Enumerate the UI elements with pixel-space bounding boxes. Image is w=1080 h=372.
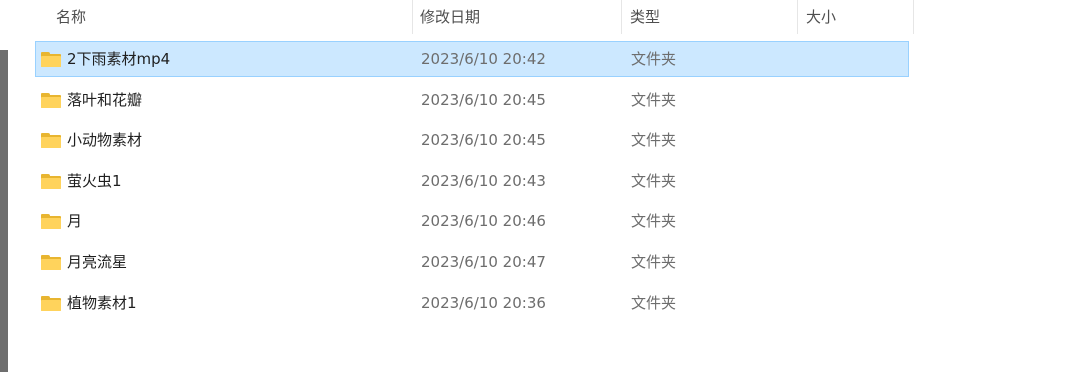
file-name: 月 — [67, 212, 83, 230]
file-row[interactable]: 落叶和花瓣 2023/6/10 20:45 文件夹 — [35, 82, 909, 118]
folder-icon — [41, 133, 61, 148]
folder-icon — [41, 52, 61, 67]
file-name: 2下雨素材mp4 — [67, 50, 171, 68]
scrollbar-thumb[interactable] — [0, 50, 8, 372]
column-header-bar: ^ 名称 修改日期 类型 大小 — [0, 0, 1080, 34]
file-type: 文件夹 — [631, 172, 677, 190]
folder-icon — [41, 214, 61, 229]
file-modified: 2023/6/10 20:45 — [421, 91, 546, 109]
file-row[interactable]: 月 2023/6/10 20:46 文件夹 — [35, 203, 909, 239]
file-modified: 2023/6/10 20:43 — [421, 172, 546, 190]
file-row[interactable]: 月亮流星 2023/6/10 20:47 文件夹 — [35, 244, 909, 280]
column-header-type[interactable]: 类型 — [622, 0, 797, 34]
file-name: 萤火虫1 — [67, 172, 122, 190]
column-divider[interactable] — [913, 0, 914, 34]
file-modified: 2023/6/10 20:42 — [421, 50, 546, 68]
file-type: 文件夹 — [631, 212, 677, 230]
file-modified: 2023/6/10 20:36 — [421, 294, 546, 312]
file-modified: 2023/6/10 20:45 — [421, 131, 546, 149]
column-header-size[interactable]: 大小 — [798, 0, 913, 34]
file-modified: 2023/6/10 20:46 — [421, 212, 546, 230]
file-name: 植物素材1 — [67, 294, 137, 312]
file-type: 文件夹 — [631, 294, 677, 312]
file-row[interactable]: 植物素材1 2023/6/10 20:36 文件夹 — [35, 285, 909, 321]
file-row[interactable]: 2下雨素材mp4 2023/6/10 20:42 文件夹 — [35, 41, 909, 77]
folder-icon — [41, 93, 61, 108]
file-name: 月亮流星 — [67, 253, 128, 271]
file-row[interactable]: 小动物素材 2023/6/10 20:45 文件夹 — [35, 122, 909, 158]
file-modified: 2023/6/10 20:47 — [421, 253, 546, 271]
column-header-name[interactable]: 名称 — [48, 0, 412, 34]
file-explorer-window: ^ 名称 修改日期 类型 大小 2下雨素材mp4 2023/6/10 20:42… — [0, 0, 1080, 372]
file-type: 文件夹 — [631, 91, 677, 109]
navigation-pane-scrollbar[interactable] — [0, 50, 8, 372]
file-name: 落叶和花瓣 — [67, 91, 143, 109]
file-type: 文件夹 — [631, 131, 677, 149]
folder-icon — [41, 174, 61, 189]
file-name: 小动物素材 — [67, 131, 143, 149]
folder-icon — [41, 255, 61, 270]
file-row[interactable]: 萤火虫1 2023/6/10 20:43 文件夹 — [35, 163, 909, 199]
column-header-modified[interactable]: 修改日期 — [412, 0, 621, 34]
file-type: 文件夹 — [631, 253, 677, 271]
file-type: 文件夹 — [631, 50, 677, 68]
folder-icon — [41, 296, 61, 311]
